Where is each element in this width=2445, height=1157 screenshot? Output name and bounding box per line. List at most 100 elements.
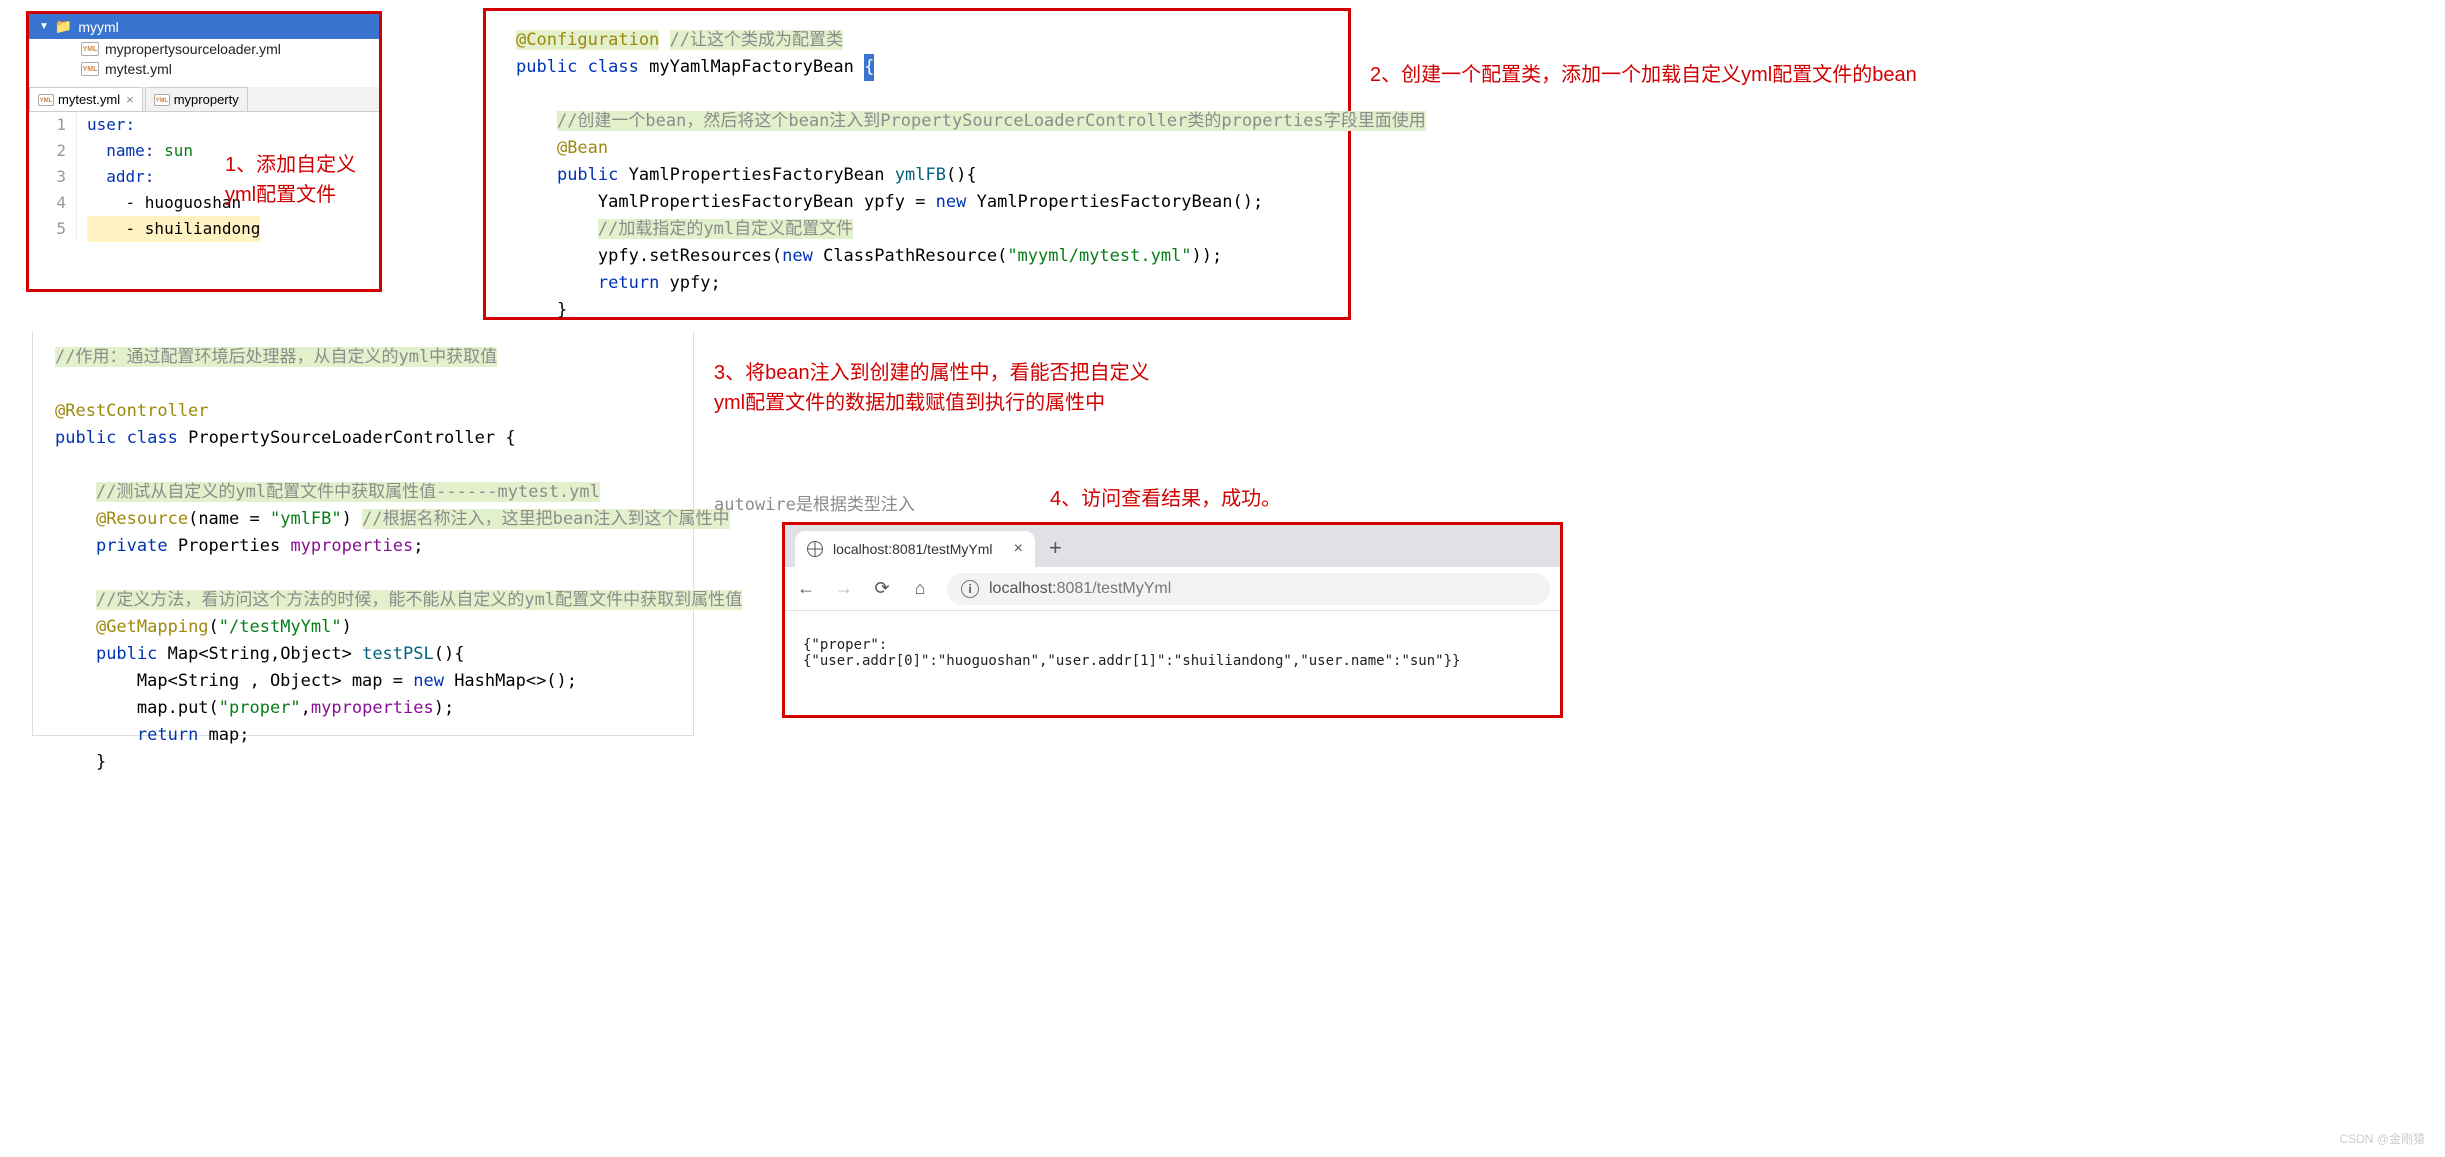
folder-icon: 📁	[55, 18, 72, 35]
yml-icon: YML	[38, 94, 54, 106]
browser-toolbar: ← → ⟳ ⌂ i localhost:8081/testMyYml	[785, 567, 1560, 611]
browser-tab-title: localhost:8081/testMyYml	[833, 541, 993, 557]
classname2: PropertySourceLoaderController {	[188, 428, 516, 448]
yml-icon: YML	[81, 42, 99, 56]
annotation-1b: yml配置文件	[225, 180, 336, 210]
controller-code[interactable]: //作用：通过配置环境后处理器，从自定义的yml中获取值 @RestContro…	[55, 344, 689, 776]
annotation-3: 3、将bean注入到创建的属性中，看能否把自定义 yml配置文件的数据加载赋值到…	[714, 358, 1214, 418]
file-mytest[interactable]: YML mytest.yml	[29, 59, 379, 79]
l11c: )	[342, 617, 352, 637]
browser-tabbar: localhost:8081/testMyYml × +	[785, 525, 1560, 567]
str-testmyyml: "/testMyYml"	[219, 617, 342, 637]
l7b: (name =	[188, 509, 270, 529]
l10b: ypfy;	[659, 273, 720, 293]
anno-bean: @Bean	[557, 138, 608, 158]
file-label: mypropertysourceloader.yml	[105, 41, 281, 57]
field-ref: myproperties	[311, 698, 434, 718]
kw-new2: new	[782, 246, 813, 266]
l14b: ,	[301, 698, 311, 718]
l8b: Properties	[168, 536, 291, 556]
tab-close-icon[interactable]: ×	[1014, 540, 1023, 558]
forward-icon: →	[833, 578, 855, 599]
browser-tab[interactable]: localhost:8081/testMyYml ×	[795, 531, 1035, 567]
l7c: YamlPropertiesFactoryBean();	[966, 192, 1263, 212]
l14a: map.put(	[137, 698, 219, 718]
url-host: localhost:	[989, 580, 1057, 598]
l7c3: )	[342, 509, 362, 529]
l9c: ClassPathResource(	[813, 246, 1007, 266]
close-brace: }	[557, 300, 567, 320]
kw-public: public	[516, 57, 577, 77]
close-brace2: }	[96, 752, 106, 772]
project-tree: ▼ 📁 myyml YML mypropertysourceloader.yml…	[29, 14, 379, 79]
new-tab-button[interactable]: +	[1035, 529, 1076, 567]
kw-private: private	[96, 536, 168, 556]
comment-config: //让这个类成为配置类	[670, 30, 843, 50]
l7a: YamlPropertiesFactoryBean ypfy =	[598, 192, 936, 212]
watermark: CSDN @金刚猿	[2339, 1130, 2425, 1147]
tab-label: myproperty	[174, 92, 239, 107]
classname: myYamlMapFactoryBean	[649, 57, 854, 77]
kw-new3: new	[413, 671, 444, 691]
globe-icon	[807, 541, 823, 557]
anno-resource: @Resource	[96, 509, 188, 529]
comment-test: //测试从自定义的yml配置文件中获取属性值------mytest.yml	[96, 482, 600, 502]
kw-class: class	[588, 57, 639, 77]
file-mypropertysourceloader[interactable]: YML mypropertysourceloader.yml	[29, 39, 379, 59]
info-icon[interactable]: i	[961, 580, 979, 598]
kw-new: new	[936, 192, 967, 212]
file-label: mytest.yml	[105, 61, 172, 77]
comment-purpose: //作用：通过配置环境后处理器，从自定义的yml中获取值	[55, 347, 497, 367]
annotation-2: 2、创建一个配置类，添加一个加载自定义yml配置文件的bean	[1370, 60, 2350, 90]
folder-myyml[interactable]: ▼ 📁 myyml	[29, 14, 379, 39]
l13a: Map<String , Object> map =	[137, 671, 413, 691]
tab-label: mytest.yml	[58, 92, 120, 107]
yml-icon: YML	[154, 94, 170, 106]
anno-getmapping: @GetMapping	[96, 617, 209, 637]
yml-l3: addr:	[106, 167, 154, 186]
l14d: );	[434, 698, 454, 718]
anno-restcontroller: @RestController	[55, 401, 209, 421]
kw-public3: public	[55, 428, 116, 448]
folder-label: myyml	[78, 19, 118, 35]
browser-panel: localhost:8081/testMyYml × + ← → ⟳ ⌂ i l…	[782, 522, 1563, 718]
yml-l2k: name:	[106, 141, 154, 160]
annotation-4: 4、访问查看结果，成功。	[1050, 484, 1350, 514]
yml-icon: YML	[81, 62, 99, 76]
kw-public4: public	[96, 644, 157, 664]
field-myproperties: myproperties	[290, 536, 413, 556]
comment-bean: //创建一个bean，然后将这个bean注入到PropertySourceLoa…	[557, 111, 1426, 131]
tab-mytest[interactable]: YML mytest.yml ×	[29, 87, 143, 111]
controller-panel: //作用：通过配置环境后处理器，从自定义的yml中获取值 @RestContro…	[32, 332, 694, 736]
l12d: (){	[434, 644, 465, 664]
yml-l5: - shuiliandong	[126, 219, 261, 238]
back-icon[interactable]: ←	[795, 578, 817, 599]
reload-icon[interactable]: ⟳	[871, 578, 893, 599]
editor-tabbar: YML mytest.yml × YML myproperty	[29, 87, 379, 112]
yml-l4: - huoguoshan	[126, 193, 242, 212]
l8d: ;	[413, 536, 423, 556]
config-class-panel: @Configuration //让这个类成为配置类 public class …	[483, 8, 1351, 320]
method-ymlfb: ymlFB	[895, 165, 946, 185]
tab-myproperty[interactable]: YML myproperty	[145, 87, 248, 111]
l13c: HashMap<>();	[444, 671, 577, 691]
kw-class2: class	[127, 428, 178, 448]
str-proper: "proper"	[219, 698, 301, 718]
ret-type: YamlPropertiesFactoryBean	[629, 165, 885, 185]
config-class-code[interactable]: @Configuration //让这个类成为配置类 public class …	[516, 27, 1344, 324]
paren: (){	[946, 165, 977, 185]
anno3-line2: yml配置文件的数据加载赋值到执行的属性中	[714, 392, 1105, 414]
address-bar[interactable]: i localhost:8081/testMyYml	[947, 573, 1550, 605]
home-icon[interactable]: ⌂	[909, 578, 931, 599]
comment-inject: //根据名称注入，这里把bean注入到这个属性中	[362, 509, 729, 529]
method-testpsl: testPSL	[362, 644, 434, 664]
str-path: "myyml/mytest.yml"	[1007, 246, 1191, 266]
close-icon[interactable]: ×	[126, 92, 134, 107]
yml-l1: user:	[87, 115, 135, 134]
l9a: ypfy.setResources(	[598, 246, 782, 266]
expand-arrow-icon: ▼	[39, 21, 49, 32]
comment-load: //加载指定的yml自定义配置文件	[598, 219, 853, 239]
l11b: (	[209, 617, 219, 637]
autowire-note: autowire是根据类型注入	[714, 490, 915, 515]
kw-return2: return	[137, 725, 198, 745]
